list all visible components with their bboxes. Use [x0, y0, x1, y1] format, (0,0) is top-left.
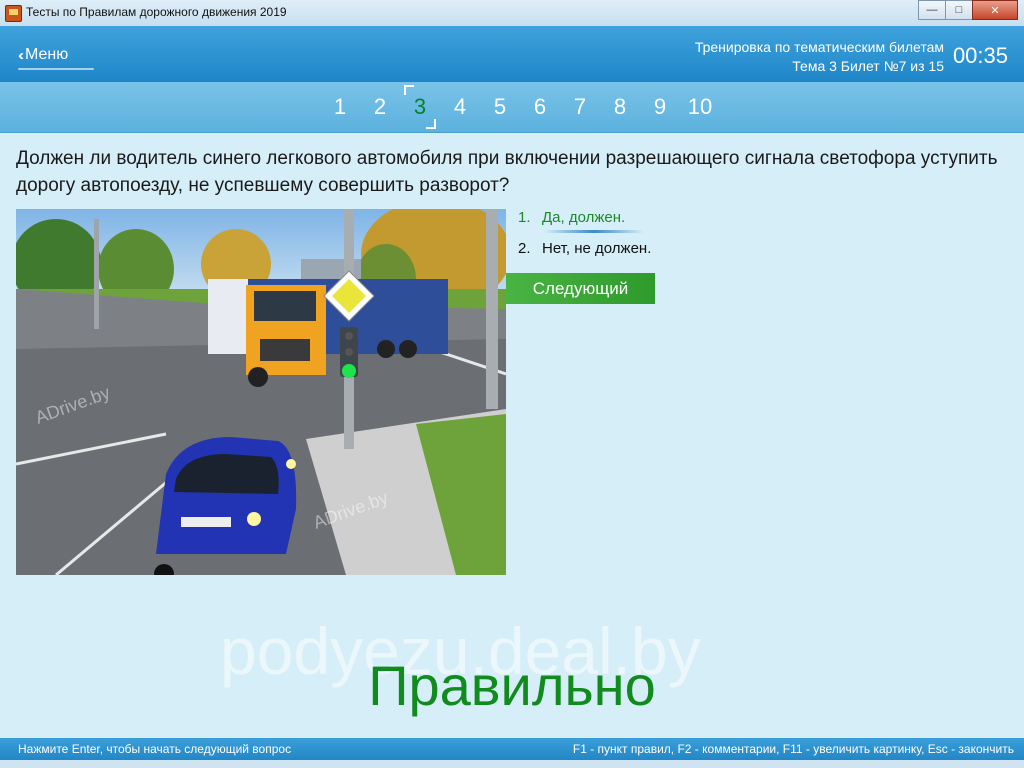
close-icon[interactable]: ✕: [972, 0, 1018, 20]
question-tab-2[interactable]: 2: [360, 94, 400, 120]
result-message: Правильно: [368, 654, 656, 717]
timer: 00:35: [952, 43, 1008, 68]
status-hint: Нажмите Enter, чтобы начать следующий во…: [18, 742, 292, 756]
menu-button[interactable]: ‹‹ Меню: [18, 46, 68, 64]
question-tab-10[interactable]: 10: [680, 94, 720, 120]
question-tab-9[interactable]: 9: [640, 94, 680, 120]
app-header: ‹‹ Меню Тренировка по тематическим билет…: [0, 26, 1024, 82]
mode-title: Тренировка по тематическим билетам: [694, 39, 944, 55]
content-area: Должен ли водитель синего легкового авто…: [0, 133, 1024, 738]
window-bottom-edge: [0, 760, 1024, 768]
hotkeys-hint: F1 - пункт правил, F2 - комментарии, F11…: [572, 742, 1014, 756]
status-bar: Нажмите Enter, чтобы начать следующий во…: [0, 738, 1024, 760]
question-tab-8[interactable]: 8: [600, 94, 640, 120]
answer-option-2[interactable]: 2. Нет, не должен.: [518, 240, 651, 257]
answer-number: 2.: [518, 240, 531, 257]
question-tab-3[interactable]: 3: [400, 85, 440, 129]
menu-underline: [18, 68, 94, 70]
window-title: Тесты по Правилам дорожного движения 201…: [26, 5, 287, 19]
menu-label: Меню: [25, 46, 69, 63]
question-image[interactable]: ADrive.by ADrive.by: [16, 209, 506, 575]
question-tab-6[interactable]: 6: [520, 94, 560, 120]
question-nav: 1 2 3 4 5 6 7 8 9 10: [0, 82, 1024, 133]
window-controls: — □ ✕: [918, 0, 1018, 20]
ticket-info: Тема 3 Билет №7 из 15: [792, 58, 944, 74]
window-titlebar: Тесты по Правилам дорожного движения 201…: [0, 0, 1024, 27]
answer-text: Да, должен.: [542, 209, 626, 226]
question-tab-1[interactable]: 1: [320, 94, 360, 120]
app-icon: [5, 5, 22, 22]
answers-list: 1. Да, должен. 2. Нет, не должен.: [518, 209, 651, 271]
question-tab-7[interactable]: 7: [560, 94, 600, 120]
answer-text: Нет, не должен.: [542, 240, 652, 257]
answer-option-1[interactable]: 1. Да, должен.: [518, 209, 651, 233]
chevron-left-icon: ‹‹: [18, 46, 24, 64]
mode-info: Тренировка по тематическим билетам Тема …: [695, 38, 944, 76]
question-text: Должен ли водитель синего легкового авто…: [16, 148, 998, 196]
question-tab-5[interactable]: 5: [480, 94, 520, 120]
answer-number: 1.: [518, 209, 531, 226]
question-tab-4[interactable]: 4: [440, 94, 480, 120]
maximize-icon[interactable]: □: [945, 0, 973, 20]
next-button[interactable]: Следующий: [506, 273, 655, 304]
minimize-icon[interactable]: —: [918, 0, 946, 20]
answer-highlight: [544, 230, 644, 233]
